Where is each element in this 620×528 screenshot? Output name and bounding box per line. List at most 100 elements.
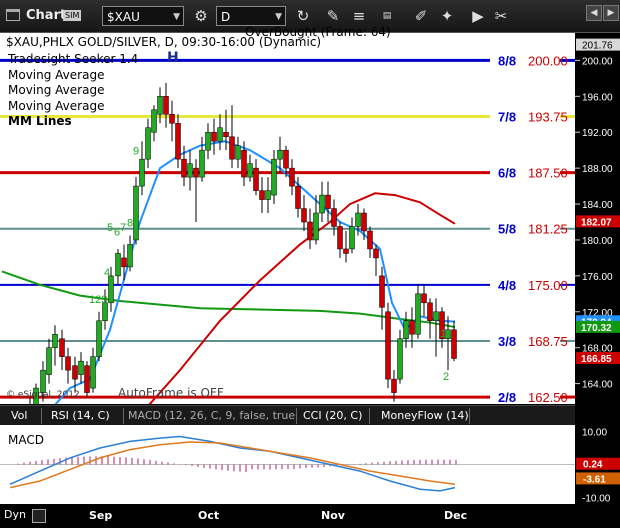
mm-price-label: 193.75 bbox=[528, 110, 568, 125]
candle-body bbox=[247, 163, 253, 178]
candle-body bbox=[385, 311, 391, 380]
candle-body bbox=[133, 185, 139, 241]
tab-cci[interactable]: CCI (20, C) bbox=[300, 408, 370, 424]
mm-fraction-label: 6/8 bbox=[498, 166, 516, 181]
play-icon[interactable]: ▶ bbox=[467, 5, 489, 27]
x-label-nov: Nov bbox=[321, 509, 345, 522]
star-icon[interactable]: ✦ bbox=[436, 5, 458, 27]
interval-value: D bbox=[221, 10, 231, 24]
price-axis-label: 184.00 bbox=[582, 200, 613, 211]
overbought-text: OverBought (Frame: 64) bbox=[245, 25, 391, 39]
candle-body bbox=[409, 320, 415, 335]
dyn-label: Dyn bbox=[4, 508, 26, 521]
candle-body bbox=[78, 360, 84, 375]
x-label-dec: Dec bbox=[444, 509, 468, 522]
get-icon[interactable]: ▤ bbox=[376, 5, 398, 27]
candle-body bbox=[199, 149, 205, 178]
study-list: Tradesight Seeker 1.4 Moving Average Mov… bbox=[8, 52, 138, 130]
candle-body bbox=[403, 320, 409, 339]
candle-body bbox=[295, 185, 301, 209]
candle-body bbox=[397, 338, 403, 380]
candle-body bbox=[211, 131, 217, 142]
candle-body bbox=[241, 149, 247, 178]
candle-body bbox=[96, 320, 102, 357]
candle-body bbox=[84, 365, 90, 393]
seeker-count-label: 2 bbox=[443, 371, 449, 383]
chevron-down-icon[interactable]: ▼ bbox=[275, 7, 282, 27]
candle-body bbox=[229, 136, 235, 160]
x-label-sep: Sep bbox=[89, 509, 113, 522]
candle-body bbox=[355, 212, 361, 227]
candle-body bbox=[379, 275, 385, 308]
candle-body bbox=[163, 96, 169, 115]
candle-body bbox=[307, 221, 313, 241]
mm-price-label: 187.50 bbox=[528, 166, 568, 181]
window-title: Chart bbox=[26, 8, 67, 23]
candle-body bbox=[181, 158, 187, 178]
brush-icon[interactable]: ✐ bbox=[410, 5, 432, 27]
price-axis-top-label: 201.76 bbox=[582, 41, 613, 52]
candle-body bbox=[313, 212, 319, 241]
candle-body bbox=[46, 347, 52, 375]
macd-tag-label: -3.61 bbox=[583, 474, 606, 485]
chevron-down-icon[interactable]: ▼ bbox=[173, 7, 180, 27]
candle-body bbox=[193, 167, 199, 178]
candle-body bbox=[391, 378, 397, 393]
seeker-count-label: 5 bbox=[107, 222, 113, 234]
candle-body bbox=[157, 96, 163, 115]
window-icon bbox=[6, 9, 20, 21]
study-name[interactable]: Tradesight Seeker 1.4 bbox=[8, 52, 138, 68]
sim-badge: SIM bbox=[63, 10, 82, 21]
candle-body bbox=[108, 275, 114, 304]
macd-pane[interactable]: 10.000.00-10.000.24-3.61 bbox=[0, 425, 620, 504]
candle-body bbox=[205, 131, 211, 151]
study-name[interactable]: Moving Average bbox=[8, 68, 138, 84]
scroll-right-icon[interactable]: ▶ bbox=[603, 5, 619, 21]
candle-body bbox=[427, 302, 433, 322]
study-name[interactable]: Moving Average bbox=[8, 99, 138, 115]
mm-fraction-label: 5/8 bbox=[498, 222, 516, 237]
candle-body bbox=[139, 158, 145, 187]
seeker-count-label: 1 bbox=[440, 328, 446, 340]
price-axis-label: 200.00 bbox=[582, 56, 613, 67]
price-tag-label: 166.85 bbox=[581, 354, 612, 365]
study-name[interactable]: Moving Average bbox=[8, 83, 138, 99]
symbol-input[interactable]: $XAU ▼ bbox=[102, 6, 184, 26]
dyn-checkbox[interactable] bbox=[32, 509, 46, 523]
candle-body bbox=[433, 311, 439, 322]
price-axis-label: 176.00 bbox=[582, 272, 613, 283]
price-axis-label: 192.00 bbox=[582, 128, 613, 139]
candle-body bbox=[277, 149, 283, 160]
candle-body bbox=[115, 253, 121, 277]
x-label-oct: Oct bbox=[198, 509, 220, 522]
tab-rsi[interactable]: RSI (14, C) bbox=[48, 408, 124, 424]
autoframe-status: AutoFrame is OFF bbox=[118, 386, 224, 400]
mm-price-label: 175.00 bbox=[528, 278, 568, 293]
mm-fraction-label: 3/8 bbox=[498, 334, 516, 349]
seeker-count-label: 9 bbox=[133, 146, 139, 158]
refresh-icon[interactable]: ↻ bbox=[292, 5, 314, 27]
tab-vol[interactable]: Vol bbox=[8, 408, 42, 424]
candle-body bbox=[421, 293, 427, 304]
gear-icon[interactable]: ⚙ bbox=[190, 5, 212, 27]
candle-body bbox=[337, 226, 343, 250]
tool-icon[interactable]: ✂ bbox=[490, 5, 512, 27]
lines-icon[interactable]: ≡ bbox=[348, 5, 370, 27]
candle-body bbox=[52, 333, 58, 348]
candle-body bbox=[187, 163, 193, 178]
interval-select[interactable]: D ▼ bbox=[216, 6, 286, 26]
candle-body bbox=[319, 194, 325, 214]
symbol-value: $XAU bbox=[107, 10, 140, 24]
copyright: © eSignal, 2012 bbox=[6, 390, 80, 400]
price-axis-label: 164.00 bbox=[582, 380, 613, 391]
study-name[interactable]: MM Lines bbox=[8, 114, 138, 130]
mm-price-label: 200.00 bbox=[528, 53, 568, 68]
indicator-tabs: Vol RSI (14, C) MACD (12, 26, C, 9, fals… bbox=[0, 405, 575, 427]
tab-macd[interactable]: MACD (12, 26, C, 9, false, true) bbox=[125, 408, 297, 424]
candle-body bbox=[235, 145, 241, 160]
tab-moneyflow[interactable]: MoneyFlow (14) bbox=[378, 408, 470, 424]
pencil-icon[interactable]: ✎ bbox=[322, 5, 344, 27]
price-tag-label: 182.07 bbox=[581, 217, 612, 228]
scroll-left-icon[interactable]: ◀ bbox=[586, 5, 602, 21]
candle-body bbox=[349, 226, 355, 250]
